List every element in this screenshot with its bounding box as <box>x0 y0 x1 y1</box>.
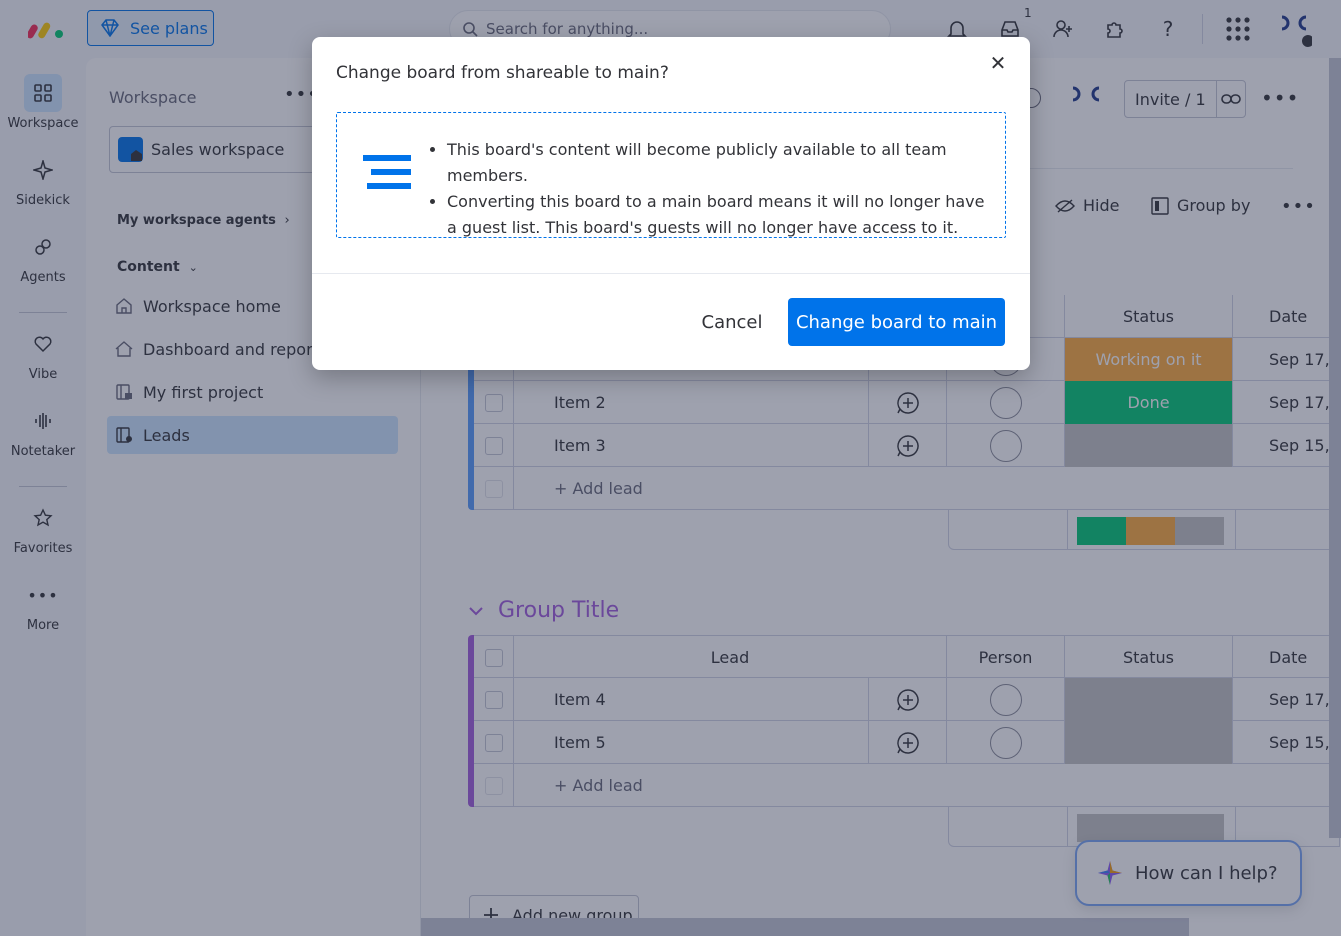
dialog-bullet: Converting this board to a main board me… <box>447 189 997 241</box>
close-icon[interactable]: ✕ <box>988 51 1008 75</box>
dialog-divider <box>312 273 1030 274</box>
change-board-to-main-button[interactable]: Change board to main <box>788 298 1005 346</box>
change-board-dialog: Change board from shareable to main? ✕ T… <box>312 37 1030 370</box>
cancel-button[interactable]: Cancel <box>690 298 774 346</box>
main-board-icon <box>363 155 411 189</box>
dialog-bullet: This board's content will become publicl… <box>447 137 997 189</box>
dialog-info-box: This board's content will become publicl… <box>336 112 1006 238</box>
dialog-title: Change board from shareable to main? <box>336 63 669 83</box>
dialog-bullet-list: This board's content will become publicl… <box>427 137 997 241</box>
